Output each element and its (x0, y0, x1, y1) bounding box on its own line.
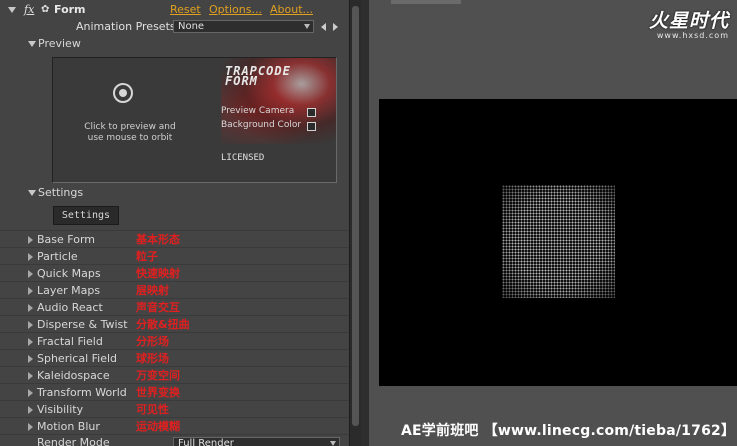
previous-preset-arrow-icon[interactable] (321, 23, 326, 31)
parameter-group-label: Motion Blur (37, 420, 100, 433)
parameter-group-label: Spherical Field (37, 352, 118, 365)
render-mode-dropdown[interactable]: Full Render (173, 437, 340, 446)
particle-grid-render (502, 185, 615, 298)
parameter-group-label: Audio React (37, 301, 103, 314)
expand-triangle-icon[interactable] (28, 287, 33, 295)
expand-triangle-icon[interactable] (28, 270, 33, 278)
orbit-icon[interactable] (113, 83, 133, 103)
parameter-group-row[interactable]: Visibility 可见性 (0, 400, 349, 418)
parameter-group-row[interactable]: Transform World 世界变换 (0, 383, 349, 401)
preview-section-header[interactable]: Preview (0, 36, 349, 52)
preview-camera-label: Preview Camera (221, 106, 295, 116)
parameter-group-label: Particle (37, 250, 78, 263)
reset-link[interactable]: Reset (170, 2, 201, 18)
panel-divider[interactable] (361, 0, 369, 446)
site-logo-title: 火星时代 (648, 10, 729, 32)
composition-viewer[interactable] (379, 99, 737, 386)
parameter-group-label: Base Form (37, 233, 95, 246)
settings-button[interactable]: Settings (53, 206, 119, 225)
chevron-down-icon (304, 24, 310, 29)
chevron-down-icon (330, 441, 336, 446)
chinese-annotation: 粒子 (136, 250, 158, 263)
effect-header: fx ✿ Form Reset Options... About... (0, 2, 349, 18)
collapse-triangle-icon[interactable] (8, 7, 16, 13)
plugin-icon: ✿ (41, 4, 50, 15)
chinese-annotation: 球形场 (136, 352, 169, 365)
effect-name: Form (54, 3, 86, 16)
parameter-group-label: Kaleidospace (37, 369, 110, 382)
effect-controls-panel: fx ✿ Form Reset Options... About... Anim… (0, 0, 349, 446)
parameter-group-row[interactable]: Base Form 基本形态 (0, 230, 349, 248)
parameter-group-row[interactable]: Audio React 声音交互 (0, 298, 349, 316)
chinese-annotation: 声音交互 (136, 301, 180, 314)
chinese-annotation: 层映射 (136, 284, 169, 297)
settings-section-label: Settings (38, 186, 84, 199)
parameter-group-row[interactable]: Disperse & Twist 分散&扭曲 (0, 315, 349, 333)
expand-triangle-icon[interactable] (28, 253, 33, 261)
render-mode-row: Render Mode Full Render (0, 434, 349, 446)
settings-section-header[interactable]: Settings (0, 185, 349, 201)
chinese-annotation: 快速映射 (136, 267, 180, 280)
parameter-group-label: Layer Maps (37, 284, 101, 297)
animation-presets-row: Animation Presets: None (0, 19, 349, 35)
background-color-label: Background Color (221, 120, 302, 130)
preview-camera-checkbox[interactable] (307, 108, 316, 117)
parameter-group-row[interactable]: Motion Blur 运动模糊 (0, 417, 349, 435)
orbit-caption: Click to preview and use mouse to orbit (84, 122, 176, 143)
expand-triangle-icon[interactable] (28, 236, 33, 244)
chinese-annotation: 分形场 (136, 335, 169, 348)
parameter-group-row[interactable]: Fractal Field 分形场 (0, 332, 349, 350)
scrollbar-thumb[interactable] (352, 6, 359, 426)
next-preset-arrow-icon[interactable] (333, 23, 338, 31)
chinese-annotation: 万变空间 (136, 369, 180, 382)
background-color-checkbox[interactable] (307, 122, 316, 131)
expand-triangle-icon[interactable] (28, 423, 33, 431)
preview-window[interactable]: TRAPCODE FORM Click to preview and use mo… (52, 57, 337, 183)
parameter-group-label: Disperse & Twist (37, 318, 128, 331)
parameter-group-label: Transform World (37, 386, 127, 399)
expand-triangle-icon[interactable] (28, 321, 33, 329)
parameter-group-row[interactable]: Quick Maps 快速映射 (0, 264, 349, 282)
expand-triangle-icon[interactable] (28, 389, 33, 397)
trapcode-form-logo: TRAPCODE FORM (225, 64, 291, 88)
chinese-annotation: 基本形态 (136, 233, 180, 246)
chinese-annotation: 世界变换 (136, 386, 180, 399)
expand-triangle-icon[interactable] (28, 190, 36, 196)
chinese-annotation: 运动模糊 (136, 420, 180, 433)
chinese-annotation: 分散&扭曲 (136, 318, 190, 331)
fx-toggle-icon[interactable]: fx (24, 2, 34, 18)
site-logo-url: www.hxsd.com (656, 31, 729, 40)
preview-section-label: Preview (38, 37, 81, 50)
watermark-text: AE学前班吧 【www.linecg.com/tieba/1762】 (401, 423, 736, 439)
parameter-group-label: Quick Maps (37, 267, 101, 280)
parameter-group-row[interactable]: Kaleidospace 万变空间 (0, 366, 349, 384)
composition-panel: 火星时代 www.hxsd.com AE学前班吧 【www.linecg.com… (369, 0, 737, 446)
options-link[interactable]: Options... (209, 2, 262, 18)
expand-triangle-icon[interactable] (28, 355, 33, 363)
animation-presets-label: Animation Presets: (76, 20, 180, 33)
composition-tab[interactable] (391, 0, 461, 4)
expand-triangle-icon[interactable] (28, 41, 36, 47)
parameter-group-label: Fractal Field (37, 335, 103, 348)
render-mode-label: Render Mode (37, 436, 110, 446)
expand-triangle-icon[interactable] (28, 338, 33, 346)
parameter-group-row[interactable]: Layer Maps 层映射 (0, 281, 349, 299)
chinese-annotation: 可见性 (136, 403, 169, 416)
parameter-group-row[interactable]: Particle 粒子 (0, 247, 349, 265)
animation-presets-dropdown[interactable]: None (173, 20, 314, 33)
parameter-group-label: Visibility (37, 403, 84, 416)
expand-triangle-icon[interactable] (28, 372, 33, 380)
render-mode-value: Full Render (178, 438, 234, 446)
site-logo: 火星时代 www.hxsd.com (649, 6, 729, 40)
expand-triangle-icon[interactable] (28, 406, 33, 414)
expand-triangle-icon[interactable] (28, 304, 33, 312)
parameter-group-row[interactable]: Spherical Field 球形场 (0, 349, 349, 367)
license-status: LICENSED (221, 153, 265, 163)
about-link[interactable]: About... (270, 2, 313, 18)
animation-presets-value: None (178, 21, 205, 32)
